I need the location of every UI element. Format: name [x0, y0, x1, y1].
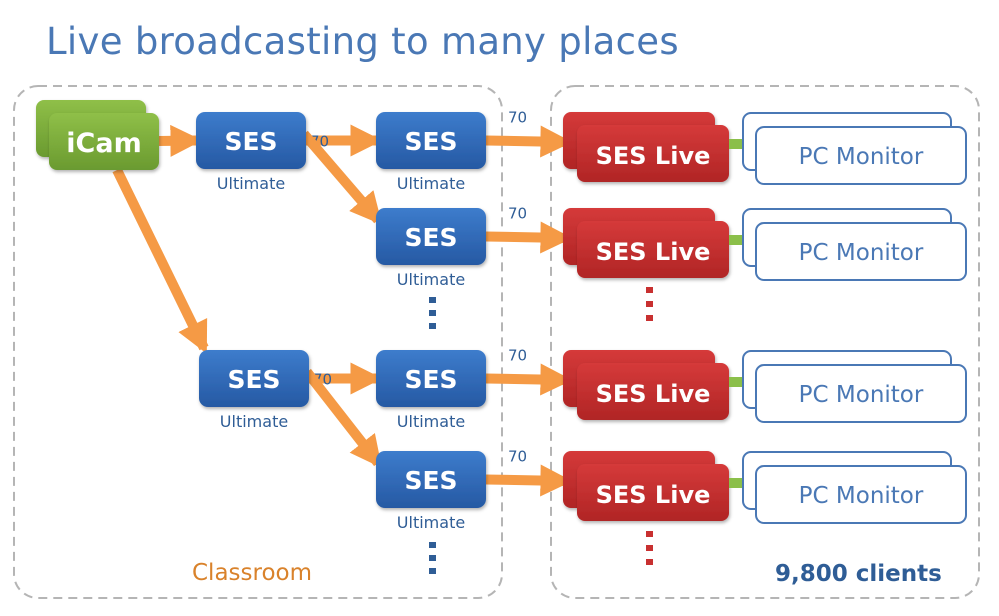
pc-monitor-label: PC Monitor	[799, 240, 924, 266]
ses-server-label: SES	[227, 365, 280, 394]
ses-live-node[interactable]: SES Live	[563, 350, 729, 420]
flow-arrow	[300, 130, 383, 225]
ellipsis-live-bottom	[646, 531, 653, 565]
ses-live-label: SES Live	[596, 380, 711, 408]
ses-live-label: SES Live	[596, 238, 711, 266]
ses-server-sublabel: Ultimate	[220, 412, 288, 431]
monitor-link	[729, 235, 743, 245]
flow-arrow	[158, 124, 203, 157]
broadcast-diagram: 707070707070 iCam SESUltimateSESUltimate…	[13, 85, 980, 599]
ses-server-node[interactable]: SES Ultimate	[376, 350, 486, 431]
ses-server-sublabel: Ultimate	[397, 412, 465, 431]
ses-live-node[interactable]: SES Live	[563, 112, 729, 182]
flow-arrow	[303, 368, 382, 469]
monitor-link	[729, 377, 743, 387]
ses-live-label: SES Live	[596, 142, 711, 170]
bitrate-label: 70	[508, 448, 527, 466]
pc-monitor-node[interactable]: PC Monitor	[742, 350, 967, 423]
ses-server-node[interactable]: SES Ultimate	[196, 112, 306, 193]
pc-monitor-node[interactable]: PC Monitor	[742, 112, 967, 185]
edges-group: 707070707070	[112, 109, 573, 497]
pc-monitor-label: PC Monitor	[799, 483, 924, 509]
ses-server-label: SES	[404, 223, 457, 252]
ses-live-node[interactable]: SES Live	[563, 451, 729, 521]
ellipsis-servers-top	[429, 297, 436, 329]
ses-server-sublabel: Ultimate	[397, 270, 465, 289]
ses-server-node[interactable]: SES Ultimate	[376, 208, 486, 289]
ses-server-sublabel: Ultimate	[397, 513, 465, 532]
ses-server-node[interactable]: SES Ultimate	[199, 350, 309, 431]
icam-node[interactable]: iCam	[36, 100, 159, 170]
clients-count-label: 9,800 clients	[775, 561, 942, 587]
pc-monitor-label: PC Monitor	[799, 382, 924, 408]
ses-server-label: SES	[404, 127, 457, 156]
flow-arrow	[112, 167, 209, 354]
flow-arrow	[485, 125, 573, 158]
monitor-link	[729, 139, 743, 149]
ses-live-node[interactable]: SES Live	[563, 208, 729, 278]
bitrate-label: 70	[508, 205, 527, 223]
ellipsis-servers-bottom	[429, 542, 436, 574]
ellipsis-live-top	[646, 287, 653, 321]
ses-server-label: SES	[404, 466, 457, 495]
icam-label: iCam	[66, 128, 141, 159]
pc-monitor-node[interactable]: PC Monitor	[742, 208, 967, 281]
monitor-link	[729, 478, 743, 488]
ses-server-node[interactable]: SES Ultimate	[376, 112, 486, 193]
ses-server-sublabel: Ultimate	[217, 174, 285, 193]
ses-server-node[interactable]: SES Ultimate	[376, 451, 486, 532]
classroom-label: Classroom	[192, 560, 312, 586]
flow-arrow	[485, 221, 573, 254]
pc-monitor-node[interactable]: PC Monitor	[742, 451, 967, 524]
bitrate-label: 70	[508, 347, 527, 365]
ses-live-label: SES Live	[596, 481, 711, 509]
ses-server-label: SES	[404, 365, 457, 394]
flow-arrow	[485, 363, 573, 396]
flow-arrow	[485, 464, 573, 497]
ses-server-label: SES	[224, 127, 277, 156]
pc-monitor-label: PC Monitor	[799, 144, 924, 170]
ses-server-sublabel: Ultimate	[397, 174, 465, 193]
bitrate-label: 70	[508, 109, 527, 127]
